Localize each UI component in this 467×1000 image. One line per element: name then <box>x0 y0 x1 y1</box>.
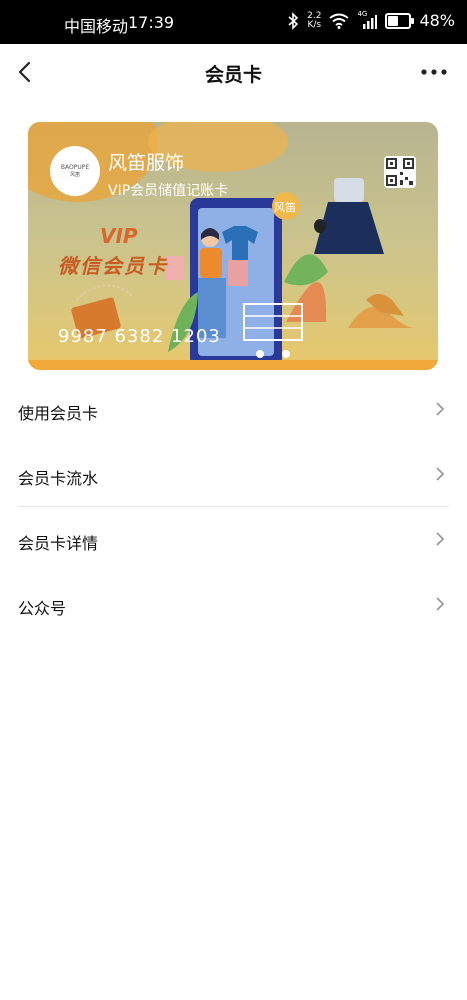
brand-badge: 风笛 <box>274 201 296 214</box>
membership-card[interactable]: BAOPUPE 风笛 风笛服饰 VIP会员储值记账卡 VIP 微信会员卡 风笛 … <box>28 122 438 370</box>
chevron-right-icon <box>436 597 445 611</box>
battery-percent: 48% <box>419 11 455 30</box>
qr-code-icon[interactable] <box>384 156 416 188</box>
bluetooth-icon <box>288 11 299 30</box>
wifi-icon <box>329 13 350 29</box>
carrier-name: 中国移动 <box>64 17 129 36</box>
menu-item-label: 公众号 <box>18 599 67 618</box>
chevron-right-icon <box>436 467 445 481</box>
menu-item-card-transactions[interactable]: 会员卡流水 <box>0 441 467 506</box>
menu-item-label: 会员卡流水 <box>18 469 99 488</box>
card-bottom-strip <box>28 360 438 370</box>
status-icons: 2.2 K/s 4G 48% <box>287 10 455 30</box>
card-type: VIP会员储值记账卡 <box>108 183 229 199</box>
chevron-right-icon <box>436 402 445 416</box>
logo-subtext: 风笛 <box>69 172 80 178</box>
menu-item-official-account[interactable]: 公众号 <box>0 571 467 636</box>
net-speed-unit: K/s <box>307 19 322 30</box>
menu-item-label: 使用会员卡 <box>18 404 99 423</box>
wechat-card-text: 微信会员卡 <box>58 254 168 278</box>
status-bar: 中国移动 17:39 2.2 K/s 4G 48% <box>0 0 467 44</box>
menu-item-label: 会员卡详情 <box>18 534 99 553</box>
cellular-signal-icon: 4G <box>357 10 378 29</box>
chevron-right-icon <box>436 532 445 546</box>
more-button[interactable] <box>421 68 447 76</box>
logo-text: BAOPUPE <box>60 164 90 171</box>
vip-text: VIP <box>100 224 138 248</box>
battery-fill <box>388 15 399 26</box>
menu-list: 使用会员卡 会员卡流水 会员卡详情 公众号 <box>0 376 467 636</box>
net-speed: 2.2 K/s <box>307 11 322 30</box>
battery-icon <box>385 12 415 29</box>
store-name: 风笛服饰 <box>108 152 185 174</box>
page-title: 会员卡 <box>204 64 262 86</box>
title-bar: 会员卡 <box>0 44 467 100</box>
clock: 17:39 <box>128 13 175 32</box>
menu-item-use-card[interactable]: 使用会员卡 <box>0 376 467 441</box>
store-logo: BAOPUPE 风笛 <box>50 146 100 196</box>
card-number: 9987 6382 1203 <box>58 326 221 347</box>
menu-item-card-details[interactable]: 会员卡详情 <box>0 506 467 571</box>
more-dots-icon[interactable] <box>423 112 449 120</box>
